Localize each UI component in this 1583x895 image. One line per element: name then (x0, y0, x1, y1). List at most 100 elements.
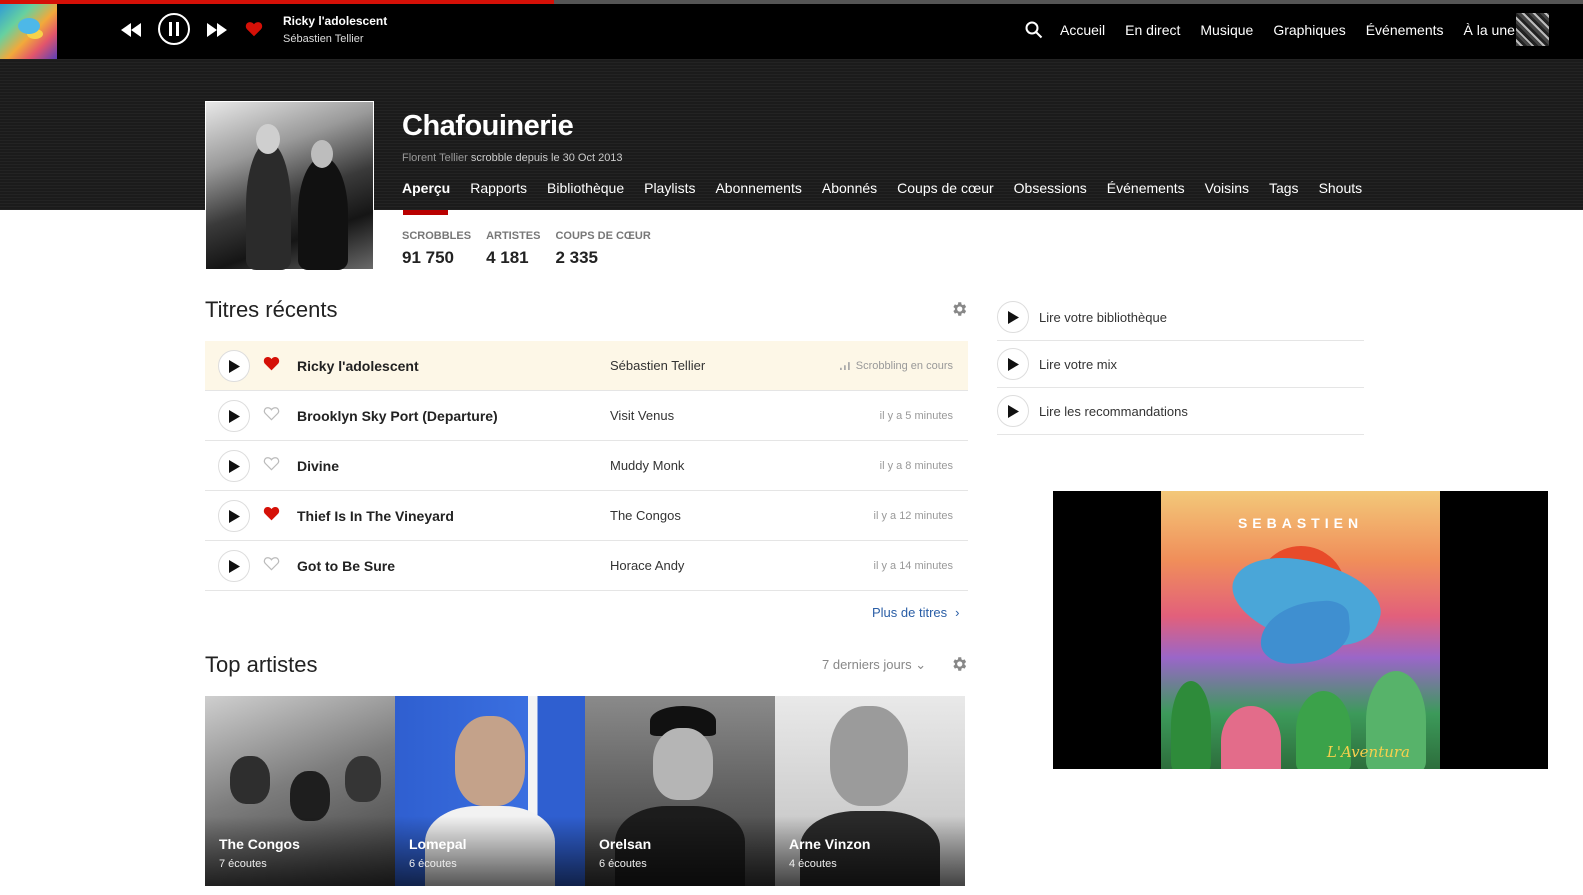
recent-settings-button[interactable] (950, 300, 968, 318)
track-artist[interactable]: Visit Venus (610, 408, 674, 423)
artist-card-orelsan[interactable]: Orelsan 6 écoutes (585, 696, 775, 886)
track-time-text: il y a 8 minutes (879, 460, 953, 472)
track-play-button[interactable] (218, 450, 250, 482)
track-name[interactable]: Thief Is In The Vineyard (297, 508, 454, 524)
artist-name: Orelsan (599, 836, 652, 852)
stat-artistes[interactable]: Artistes 4 181 (486, 230, 540, 268)
progress-fill (0, 0, 555, 4)
track-play-button[interactable] (218, 500, 250, 532)
play-action-label: Lire votre mix (1039, 356, 1118, 372)
track-love-button[interactable] (263, 456, 283, 476)
artist-plays: 7 écoutes (219, 858, 267, 870)
player-bar: Ricky l'adolescent Sébastien Tellier Acc… (0, 0, 1583, 59)
tab-evenements[interactable]: Événements (1107, 170, 1185, 210)
nav-en-direct[interactable]: En direct (1115, 22, 1190, 38)
track-artist[interactable]: The Congos (610, 508, 681, 523)
artist-photo-shape (290, 771, 330, 821)
nav-a-la-une[interactable]: À la une (1454, 22, 1525, 38)
profile-avatar[interactable] (205, 101, 374, 270)
track-love-button[interactable] (263, 406, 283, 426)
tab-obsessions[interactable]: Obsessions (1014, 170, 1087, 210)
play-recommendations-button[interactable]: Lire les recommandations (997, 388, 1364, 435)
track-play-button[interactable] (218, 400, 250, 432)
play-circle (997, 395, 1029, 427)
track-play-button[interactable] (218, 350, 250, 382)
track-artist[interactable]: Horace Andy (610, 558, 684, 573)
tab-voisins[interactable]: Voisins (1205, 170, 1249, 210)
top-artists-settings-button[interactable] (950, 655, 968, 673)
search-button[interactable] (1024, 20, 1044, 40)
heart-outline-icon (263, 457, 280, 471)
tab-tags[interactable]: Tags (1269, 170, 1299, 210)
period-dropdown[interactable]: 7 derniers jours ⌄ (822, 657, 926, 673)
heart-icon (263, 507, 280, 521)
play-icon (228, 509, 240, 523)
track-name[interactable]: Divine (297, 458, 339, 474)
track-artist[interactable]: Muddy Monk (610, 458, 684, 473)
track-love-button[interactable] (263, 556, 283, 576)
next-button[interactable] (206, 19, 228, 41)
cover-bird-wing (1257, 598, 1353, 667)
now-playing-artist[interactable]: Sébastien Tellier (283, 33, 364, 45)
track-play-button[interactable] (218, 550, 250, 582)
track-row[interactable]: Thief Is In The Vineyard The Congos il y a… (205, 491, 968, 541)
tab-playlists[interactable]: Playlists (644, 170, 695, 210)
artist-plays: 6 écoutes (409, 858, 457, 870)
track-row[interactable]: Brooklyn Sky Port (Departure) Visit Venus… (205, 391, 968, 441)
track-name[interactable]: Got to Be Sure (297, 558, 395, 574)
active-tab-indicator (403, 210, 448, 215)
top-artists-grid: The Congos 7 écoutes Lomepal 6 écoutes O… (205, 696, 965, 886)
player-album-art[interactable] (0, 4, 57, 59)
gear-icon (953, 657, 967, 671)
tab-coups-de-coeur[interactable]: Coups de cœur (897, 170, 993, 210)
track-love-button[interactable] (263, 356, 283, 376)
track-artist[interactable]: Sébastien Tellier (610, 358, 705, 373)
track-name[interactable]: Brooklyn Sky Port (Departure) (297, 408, 498, 424)
tab-apercu[interactable]: Aperçu (402, 170, 450, 210)
artist-card-the-congos[interactable]: The Congos 7 écoutes (205, 696, 395, 886)
now-playing-title[interactable]: Ricky l'adolescent (283, 14, 387, 28)
previous-button[interactable] (120, 19, 142, 41)
stat-label: Coups de cœur (555, 230, 651, 242)
stat-coups-de-coeur[interactable]: Coups de cœur 2 335 (555, 230, 650, 268)
nav-musique[interactable]: Musique (1190, 22, 1263, 38)
tab-abonnements[interactable]: Abonnements (715, 170, 801, 210)
tab-abonnes[interactable]: Abonnés (822, 170, 877, 210)
user-avatar[interactable] (1516, 13, 1549, 46)
love-button[interactable] (243, 18, 265, 40)
track-name[interactable]: Ricky l'adolescent (297, 358, 419, 374)
tab-shouts[interactable]: Shouts (1319, 170, 1363, 210)
video-player[interactable]: SEBASTIEN L'Aventura (1053, 491, 1548, 769)
pause-button[interactable] (158, 13, 190, 45)
top-artists-title: Top artistes (205, 652, 318, 677)
tab-rapports[interactable]: Rapports (470, 170, 527, 210)
play-icon (228, 409, 240, 423)
play-circle (997, 348, 1029, 380)
track-time-text: Scrobbling en cours (855, 360, 953, 372)
track-row[interactable]: Got to Be Sure Horace Andy il y a 14 minut… (205, 541, 968, 591)
stat-scrobbles[interactable]: Scrobbles 91 750 (402, 230, 471, 268)
nav-evenements[interactable]: Événements (1356, 22, 1454, 38)
artist-photo-shape (345, 756, 381, 802)
cover-subtitle: L'Aventura (1326, 743, 1410, 761)
more-tracks-link[interactable]: Plus de titres › (872, 605, 960, 620)
track-row[interactable]: Divine Muddy Monk il y a 8 minutes (205, 441, 968, 491)
heart-icon (245, 22, 263, 37)
artist-photo-shape (230, 756, 270, 804)
profile-username: Chafouinerie (402, 110, 574, 142)
track-row[interactable]: Ricky l'adolescent Sébastien Tellier Scrob… (205, 341, 968, 391)
chevron-right-icon: › (955, 605, 960, 620)
search-icon (1025, 21, 1043, 39)
avatar-face-right (311, 140, 333, 168)
play-library-button[interactable]: Lire votre bibliothèque (997, 294, 1364, 341)
artist-card-lomepal[interactable]: Lomepal 6 écoutes (395, 696, 585, 886)
nav-graphiques[interactable]: Graphiques (1263, 22, 1355, 38)
heart-outline-icon (263, 557, 280, 571)
nav-accueil[interactable]: Accueil (1050, 22, 1115, 38)
artist-photo-shape (653, 728, 713, 800)
play-mix-button[interactable]: Lire votre mix (997, 341, 1364, 388)
track-love-button[interactable] (263, 506, 283, 526)
artist-card-arne-vinzon[interactable]: Arne Vinzon 4 écoutes (775, 696, 965, 886)
tab-bibliotheque[interactable]: Bibliothèque (547, 170, 624, 210)
track-timestamp: il y a 12 minutes (874, 510, 953, 522)
